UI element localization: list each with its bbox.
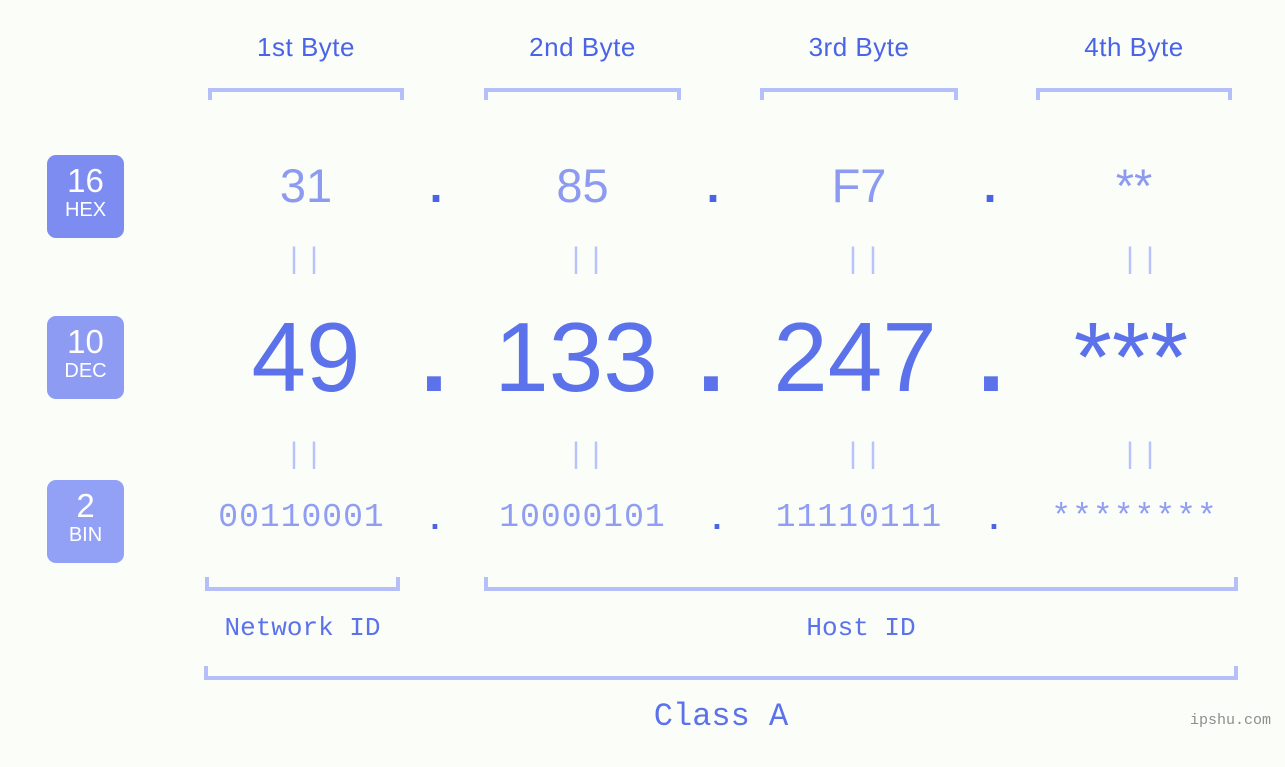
byte-header-4: 4th Byte	[1084, 32, 1184, 62]
dec-separator-1: .	[420, 302, 448, 412]
dec-byte-3: 247	[773, 302, 937, 412]
class-label: Class A	[653, 698, 789, 735]
dec-byte-1: 49	[251, 302, 361, 412]
hex-byte-4: **	[1115, 159, 1153, 212]
hex-separator-1: .	[429, 159, 443, 212]
equals-mark-hex-dec-3: ||	[844, 244, 885, 278]
dec-separator-2: .	[697, 302, 725, 412]
radix-badge-bin-number: 2	[76, 487, 95, 524]
radix-badge-bin-name: BIN	[68, 524, 103, 546]
bin-separator-3: .	[989, 499, 999, 536]
radix-badge-hex-number: 16	[67, 162, 104, 199]
hex-byte-2: 85	[556, 159, 609, 212]
dec-byte-4: ***	[1073, 302, 1189, 412]
byte-bracket-2	[484, 88, 681, 100]
bin-byte-3: 11110111	[775, 499, 943, 536]
dec-byte-2: 133	[494, 302, 658, 412]
hex-byte-3: F7	[831, 159, 887, 212]
byte-bracket-4	[1036, 88, 1232, 100]
host-id-bracket	[484, 577, 1238, 591]
host-id-label: Host ID	[806, 613, 916, 643]
bin-byte-1: 00110001	[218, 499, 385, 536]
radix-badge-dec-number: 10	[67, 323, 104, 360]
radix-badge-dec-name: DEC	[64, 360, 107, 382]
equals-mark-dec-bin-3: ||	[844, 439, 885, 473]
radix-badge-hex: 16 HEX	[47, 155, 124, 238]
bin-byte-4: ********	[1051, 499, 1218, 536]
dec-separator-3: .	[977, 302, 1005, 412]
ip-address-breakdown-diagram: 1st Byte 2nd Byte 3rd Byte 4th Byte 16 H…	[0, 0, 1285, 767]
byte-header-2: 2nd Byte	[529, 32, 636, 62]
site-watermark: ipshu.com	[1189, 712, 1271, 729]
class-bracket	[204, 666, 1238, 680]
equals-mark-dec-bin-4: ||	[1121, 439, 1162, 473]
bin-byte-2: 10000101	[499, 499, 666, 536]
hex-separator-2: .	[706, 159, 720, 212]
byte-header-3: 3rd Byte	[808, 32, 910, 62]
equals-mark-dec-bin-2: ||	[567, 439, 608, 473]
byte-header-1: 1st Byte	[257, 32, 355, 62]
network-id-label: Network ID	[224, 613, 381, 643]
network-id-bracket	[205, 577, 400, 591]
hex-byte-1: 31	[279, 159, 333, 212]
radix-badge-dec: 10 DEC	[47, 316, 124, 399]
byte-bracket-3	[760, 88, 958, 100]
byte-bracket-1	[208, 88, 404, 100]
bin-separator-2: .	[712, 499, 722, 536]
equals-mark-hex-dec-4: ||	[1121, 244, 1162, 278]
radix-badge-bin: 2 BIN	[47, 480, 124, 563]
equals-mark-hex-dec-2: ||	[567, 244, 608, 278]
hex-separator-3: .	[983, 159, 997, 212]
radix-badge-hex-name: HEX	[64, 199, 107, 221]
equals-mark-dec-bin-1: ||	[285, 439, 326, 473]
equals-mark-hex-dec-1: ||	[285, 244, 326, 278]
bin-separator-1: .	[430, 499, 440, 536]
